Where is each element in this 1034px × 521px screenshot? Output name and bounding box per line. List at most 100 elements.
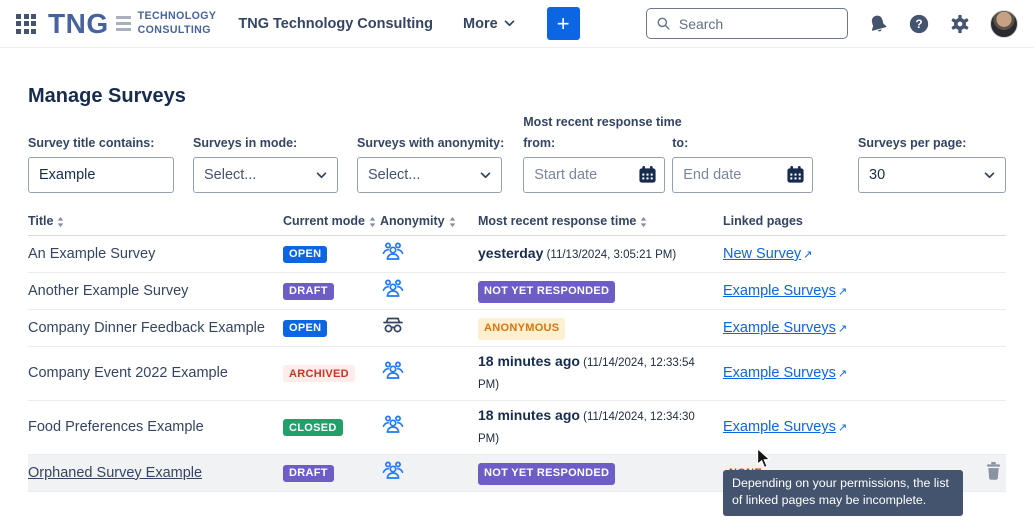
linked-page-label: New Survey [723,246,801,262]
row-actions [985,461,1006,485]
column-label: Most recent response time [478,214,636,228]
response-time-main: 18 minutes ago [478,353,580,369]
column-label: Current mode [283,214,365,228]
group-anonymity-icon [380,459,406,483]
linked-pages-cell: Example Surveys↗ [723,365,976,381]
svg-text:?: ? [915,17,922,31]
sort-icon [449,216,456,228]
filter-title-label: Survey title contains: [28,136,174,150]
tng-logo[interactable]: TNG TECHNOLOGY CONSULTING [48,10,216,38]
linked-page-label: Example Surveys [723,365,836,381]
response-badge: NOT YET RESPONDED [478,463,615,485]
filter-anonymity-select[interactable]: Select... [357,157,502,193]
anonymity-cell [380,314,478,342]
calendar-icon[interactable] [786,165,805,184]
anonymity-cell [380,459,478,487]
calendar-icon[interactable] [638,165,657,184]
settings-gear-icon[interactable] [949,13,971,35]
help-icon[interactable]: ? [908,13,930,35]
column-header[interactable]: Most recent response time [478,214,723,228]
mode-badge: DRAFT [283,283,334,300]
current-mode-cell: OPEN [283,319,380,337]
linked-pages-tooltip: Depending on your permissions, the list … [723,470,963,516]
chevron-down-icon [504,20,515,27]
mode-badge: DRAFT [283,465,334,482]
current-mode-cell: DRAFT [283,464,380,482]
group-anonymity-icon [380,413,406,437]
response-time-cell: ANONYMOUS [478,316,723,340]
notifications-bell-icon[interactable] [867,13,889,35]
survey-title[interactable]: Food Preferences Example [28,419,283,435]
more-menu[interactable]: More [463,16,515,32]
survey-title[interactable]: Orphaned Survey Example [28,465,283,481]
logo-tng-text: TNG [48,10,109,38]
current-mode-cell: DRAFT [283,282,380,300]
filter-to: to: [672,136,813,193]
create-button[interactable]: + [547,7,580,40]
column-label: Linked pages [723,214,803,228]
table-row[interactable]: Company Dinner Feedback ExampleOPEN ANONY… [28,310,1006,347]
survey-title[interactable]: Another Example Survey [28,283,283,299]
filter-title-input[interactable] [28,157,174,193]
filter-mode-select[interactable]: Select... [193,157,338,193]
linked-page-link[interactable]: Example Surveys↗ [723,419,847,435]
main-content: Manage Surveys Survey title contains: Su… [0,85,1034,492]
group-anonymity-icon [380,240,406,264]
header-icons: ? [867,10,1018,38]
external-link-arrow-icon: ↗ [838,322,847,335]
mode-badge: CLOSED [283,419,343,436]
linked-page-link[interactable]: Example Surveys↗ [723,320,847,336]
linked-page-link[interactable]: New Survey↗ [723,246,812,262]
anonymity-cell [380,413,478,441]
external-link-arrow-icon: ↗ [838,421,847,434]
column-label: Anonymity [380,214,445,228]
filter-title-contains: Survey title contains: [28,136,174,193]
page-title: Manage Surveys [28,85,1006,108]
current-mode-cell: OPEN [283,245,380,263]
logo-subtext: TECHNOLOGY CONSULTING [138,10,217,36]
filter-per-page: Surveys per page: 30 [858,136,1006,193]
table-row[interactable]: An Example SurveyOPEN yesterday (11/13/20… [28,236,1006,273]
linked-page-label: Example Surveys [723,419,836,435]
response-time-group-label: Most recent response time [523,115,813,129]
survey-title[interactable]: Company Dinner Feedback Example [28,320,283,336]
search-input[interactable] [679,16,838,32]
space-link[interactable]: TNG Technology Consulting [238,16,433,32]
filter-from: from: [523,136,665,193]
linked-pages-cell: Example Surveys↗ [723,283,976,299]
user-avatar[interactable] [990,10,1018,38]
column-header[interactable]: Title [28,214,283,228]
app-switcher-icon[interactable] [16,14,36,34]
linked-pages-cell: Example Surveys↗ [723,320,976,336]
filter-mode: Surveys in mode: Select... [193,136,338,193]
filter-per-page-label: Surveys per page: [858,136,1006,150]
linked-pages-cell: Example Surveys↗ [723,419,976,435]
table-row[interactable]: Food Preferences ExampleCLOSED18 minutes… [28,401,1006,455]
filter-per-page-select[interactable]: 30 [858,157,1006,193]
group-anonymity-icon [380,359,406,383]
mode-badge: OPEN [283,320,327,337]
response-time-filter-group: Most recent response time from: to: [523,115,813,193]
incognito-anonymity-icon [380,314,406,338]
filter-anonymity: Surveys with anonymity: Select... [357,136,504,193]
filter-anonymity-label: Surveys with anonymity: [357,136,504,150]
survey-title[interactable]: Company Event 2022 Example [28,365,283,381]
table-row[interactable]: Company Event 2022 ExampleARCHIVED18 min… [28,347,1006,401]
linked-page-link[interactable]: Example Surveys↗ [723,283,847,299]
sort-icon [369,216,376,228]
response-time-cell: yesterday (11/13/2024, 3:05:21 PM) [478,243,723,265]
delete-survey-icon[interactable] [985,461,1002,481]
anonymity-cell [380,277,478,305]
filter-mode-label: Surveys in mode: [193,136,338,150]
response-badge: NOT YET RESPONDED [478,281,615,303]
anonymity-cell [380,240,478,268]
table-row[interactable]: Another Example SurveyDRAFT NOT YET RESPO… [28,273,1006,310]
response-time-cell: NOT YET RESPONDED [478,279,723,303]
survey-title[interactable]: An Example Survey [28,246,283,262]
filter-bar: Survey title contains: Surveys in mode: … [28,115,1006,193]
column-header[interactable]: Anonymity [380,214,478,228]
anonymity-cell [380,359,478,387]
linked-page-link[interactable]: Example Surveys↗ [723,365,847,381]
column-header[interactable]: Current mode [283,214,380,228]
search-box[interactable] [646,8,848,39]
